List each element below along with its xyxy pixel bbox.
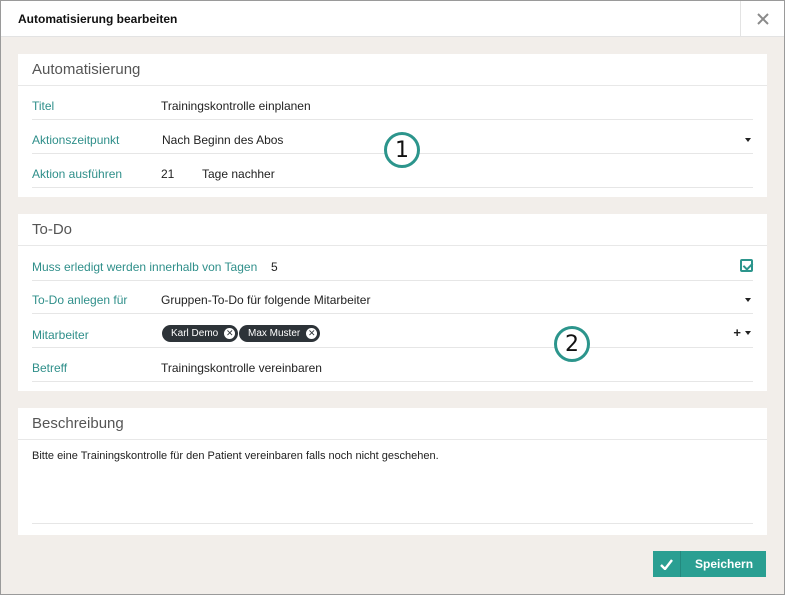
create-for-select[interactable]: Gruppen-To-Do für folgende Mitarbeiter	[161, 293, 370, 307]
caret-down-icon[interactable]	[745, 138, 751, 142]
description-panel: Beschreibung Bitte eine Trainingskontrol…	[18, 408, 767, 535]
description-textarea[interactable]: Bitte eine Trainingskontrolle für den Pa…	[32, 448, 753, 524]
title-row: Titel Trainingskontrolle einplanen	[32, 92, 753, 120]
description-text: Bitte eine Trainingskontrolle für den Pa…	[32, 450, 439, 462]
automation-panel: Automatisierung Titel Trainingskontrolle…	[18, 54, 767, 197]
todo-panel: To-Do Muss erledigt werden innerhalb von…	[18, 214, 767, 391]
todo-heading: To-Do	[18, 214, 767, 246]
check-icon	[653, 551, 681, 577]
save-button[interactable]: Speichern	[653, 551, 766, 577]
create-for-label: To-Do anlegen für	[32, 293, 128, 307]
automation-heading: Automatisierung	[18, 54, 767, 86]
dialog-titlebar: Automatisierung bearbeiten	[1, 1, 784, 37]
deadline-checkbox[interactable]	[740, 259, 753, 272]
annotation-badge-2: 2	[554, 326, 590, 362]
create-for-row[interactable]: To-Do anlegen für Gruppen-To-Do für folg…	[32, 286, 753, 314]
edit-automation-dialog: Automatisierung bearbeiten Automatisieru…	[0, 0, 785, 595]
staff-row: Mitarbeiter Karl Demo ✕ Max Muster ✕ +	[32, 320, 753, 348]
remove-chip-icon[interactable]: ✕	[306, 328, 318, 339]
caret-down-icon[interactable]	[745, 331, 751, 335]
plus-icon[interactable]: +	[733, 325, 741, 340]
title-input[interactable]: Trainingskontrolle einplanen	[161, 99, 311, 113]
deadline-input[interactable]: 5	[271, 260, 278, 274]
run-action-label: Aktion ausführen	[32, 167, 123, 181]
subject-row: Betreff Trainingskontrolle vereinbaren	[32, 354, 753, 382]
description-heading: Beschreibung	[18, 408, 767, 440]
subject-label: Betreff	[32, 361, 68, 375]
subject-input[interactable]: Trainingskontrolle vereinbaren	[161, 361, 322, 375]
dialog-title: Automatisierung bearbeiten	[18, 12, 178, 26]
run-days-input[interactable]: 21	[161, 167, 174, 181]
annotation-badge-1: 1	[384, 132, 420, 168]
close-icon	[756, 12, 769, 25]
title-label: Titel	[32, 99, 55, 113]
deadline-label: Muss erledigt werden innerhalb von Tagen	[32, 260, 258, 274]
staff-label: Mitarbeiter	[32, 328, 89, 342]
deadline-row: Muss erledigt werden innerhalb von Tagen…	[32, 253, 753, 281]
save-label: Speichern	[695, 557, 754, 571]
run-unit-text: Tage nachher	[202, 167, 275, 181]
staff-chip: Max Muster ✕	[239, 325, 321, 342]
action-time-select[interactable]: Nach Beginn des Abos	[162, 133, 283, 147]
close-button[interactable]	[740, 1, 784, 36]
staff-chip: Karl Demo ✕	[162, 325, 239, 342]
staff-chip-label: Max Muster	[248, 328, 301, 339]
action-time-label: Aktionszeitpunkt	[32, 133, 120, 147]
remove-chip-icon[interactable]: ✕	[224, 328, 236, 339]
staff-chip-label: Karl Demo	[171, 328, 219, 339]
caret-down-icon[interactable]	[745, 298, 751, 302]
